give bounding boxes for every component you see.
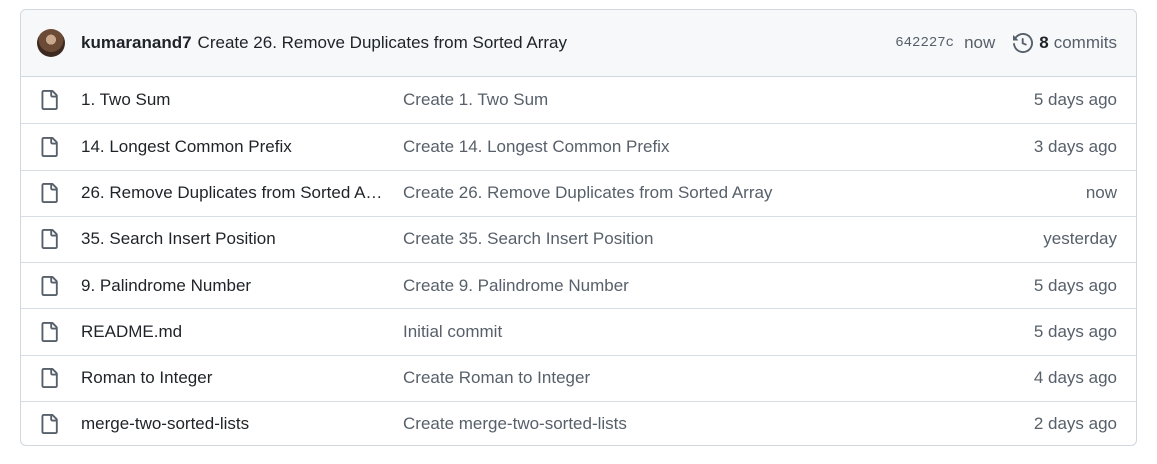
latest-commit-header: kumaranand7 Create 26. Remove Duplicates… (21, 10, 1136, 77)
commit-author-link[interactable]: kumaranand7 (81, 33, 192, 53)
file-icon (39, 413, 63, 435)
file-commit-message-link[interactable]: Create 26. Remove Duplicates from Sorted… (403, 183, 1086, 203)
file-name-link[interactable]: README.md (81, 322, 384, 342)
file-commit-message-link[interactable]: Create 35. Search Insert Position (403, 229, 1043, 249)
history-icon (1013, 33, 1034, 53)
file-name-link[interactable]: 35. Search Insert Position (81, 229, 384, 249)
file-commit-age: 4 days ago (1033, 368, 1117, 388)
avatar[interactable] (37, 29, 65, 57)
commit-sha-link[interactable]: 642227c (895, 35, 954, 51)
file-commit-age: now (1085, 183, 1117, 203)
commit-count: 8 (1039, 33, 1049, 52)
file-row[interactable]: README.md Initial commit 5 days ago (21, 308, 1136, 354)
file-icon (39, 136, 63, 158)
file-row[interactable]: 35. Search Insert Position Create 35. Se… (21, 215, 1136, 262)
file-commit-age: 2 days ago (1033, 414, 1117, 434)
file-commit-age: 5 days ago (1033, 90, 1117, 110)
file-icon (39, 228, 63, 250)
file-name-link[interactable]: merge-two-sorted-lists (81, 414, 384, 434)
file-list: 1. Two Sum Create 1. Two Sum 5 days ago … (21, 77, 1136, 445)
file-commit-age: 5 days ago (1033, 321, 1117, 341)
commit-history-link[interactable]: 8 commits (1013, 33, 1117, 53)
file-row[interactable]: 9. Palindrome Number Create 9. Palindrom… (21, 262, 1136, 308)
file-commit-message-link[interactable]: Create Roman to Integer (403, 368, 1034, 388)
file-commit-message-link[interactable]: Initial commit (403, 322, 1034, 342)
file-row[interactable]: 26. Remove Duplicates from Sorted Array … (21, 169, 1136, 216)
file-icon (39, 89, 63, 111)
file-commit-age: 3 days ago (1033, 136, 1117, 156)
file-commit-message-link[interactable]: Create merge-two-sorted-lists (403, 414, 1034, 434)
file-commit-age: 5 days ago (1033, 275, 1117, 295)
file-name-link[interactable]: Roman to Integer (81, 368, 384, 388)
file-name-link[interactable]: 9. Palindrome Number (81, 276, 384, 296)
file-commit-age: yesterday (1043, 229, 1117, 249)
latest-commit-message-link[interactable]: Create 26. Remove Duplicates from Sorted… (198, 33, 567, 53)
file-icon (39, 367, 63, 389)
file-commit-message-link[interactable]: Create 1. Two Sum (403, 90, 1034, 110)
file-name-link[interactable]: 1. Two Sum (81, 90, 384, 110)
file-commit-message-link[interactable]: Create 14. Longest Common Prefix (403, 137, 1034, 157)
file-icon (39, 321, 63, 343)
file-name-link[interactable]: 14. Longest Common Prefix (81, 137, 384, 157)
file-commit-message-link[interactable]: Create 9. Palindrome Number (403, 276, 1034, 296)
file-icon (39, 275, 63, 297)
file-row[interactable]: 14. Longest Common Prefix Create 14. Lon… (21, 123, 1136, 169)
file-row[interactable]: merge-two-sorted-lists Create merge-two-… (21, 400, 1136, 445)
file-row[interactable]: 1. Two Sum Create 1. Two Sum 5 days ago (21, 77, 1136, 123)
commit-count-label: commits (1053, 33, 1117, 52)
commit-time: now (964, 33, 996, 52)
file-row[interactable]: Roman to Integer Create Roman to Integer… (21, 354, 1136, 401)
file-name-link[interactable]: 26. Remove Duplicates from Sorted Array (81, 183, 384, 203)
file-icon (39, 182, 63, 204)
file-browser: kumaranand7 Create 26. Remove Duplicates… (20, 9, 1137, 446)
